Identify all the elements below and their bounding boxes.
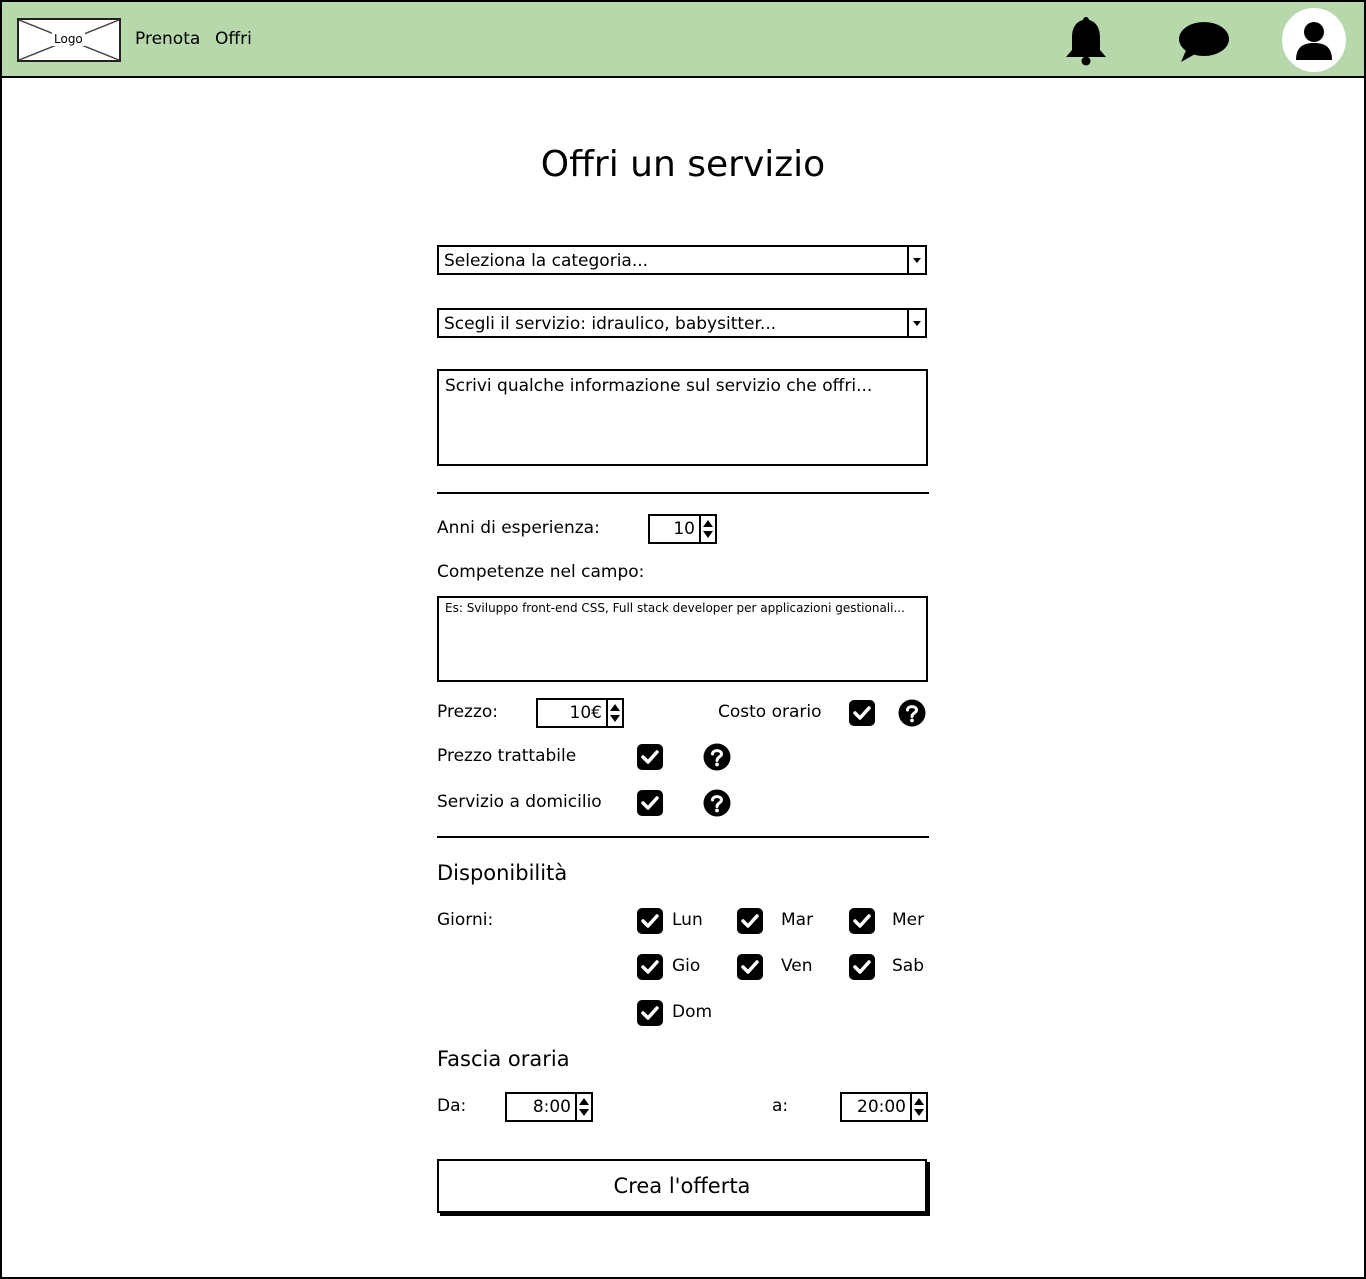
- home-service-label: Servizio a domicilio: [437, 792, 602, 812]
- skills-placeholder: Es: Sviluppo front-end CSS, Full stack d…: [445, 601, 905, 615]
- service-select-placeholder: Scegli il servizio: idraulico, babysitte…: [444, 314, 777, 334]
- experience-label: Anni di esperienza:: [437, 518, 600, 538]
- to-time-value: 20:00: [857, 1097, 906, 1117]
- nav-link-offri[interactable]: Offri: [215, 29, 252, 49]
- day-checkbox-mar[interactable]: [737, 908, 763, 934]
- day-label-mar: Mar: [781, 910, 814, 930]
- from-time-value: 8:00: [532, 1097, 571, 1117]
- bell-icon[interactable]: [1060, 14, 1112, 66]
- home-service-checkbox[interactable]: [637, 790, 663, 816]
- create-offer-button[interactable]: Crea l'offerta: [437, 1159, 927, 1213]
- logo-label: Logo: [52, 32, 85, 46]
- time-range-title: Fascia oraria: [437, 1047, 570, 1071]
- from-time-stepper[interactable]: 8:00: [505, 1092, 593, 1122]
- description-placeholder: Scrivi qualche informazione sul servizio…: [445, 376, 873, 396]
- category-select[interactable]: Seleziona la categoria...: [437, 245, 927, 275]
- availability-title: Disponibilità: [437, 861, 568, 885]
- stepper-arrows-icon[interactable]: [910, 1094, 926, 1120]
- negotiable-label: Prezzo trattabile: [437, 746, 577, 766]
- to-time-stepper[interactable]: 20:00: [840, 1092, 928, 1122]
- day-checkbox-sab[interactable]: [849, 954, 875, 980]
- page-title: Offri un servizio: [540, 144, 826, 185]
- description-textarea[interactable]: Scrivi qualche informazione sul servizio…: [437, 369, 928, 466]
- nav-link-prenota[interactable]: Prenota: [135, 29, 200, 49]
- day-label-lun: Lun: [672, 910, 703, 930]
- category-select-placeholder: Seleziona la categoria...: [444, 251, 649, 271]
- help-icon[interactable]: [703, 743, 731, 771]
- stepper-arrows-icon[interactable]: [606, 700, 622, 726]
- price-label: Prezzo:: [437, 702, 499, 722]
- to-label: a:: [772, 1096, 789, 1116]
- day-label-ven: Ven: [781, 956, 813, 976]
- logo[interactable]: Logo: [17, 18, 121, 62]
- day-checkbox-dom[interactable]: [637, 1000, 663, 1026]
- help-icon[interactable]: [703, 789, 731, 817]
- skills-label: Competenze nel campo:: [437, 562, 645, 582]
- chat-icon[interactable]: [1177, 20, 1231, 64]
- day-checkbox-ven[interactable]: [737, 954, 763, 980]
- day-label-dom: Dom: [672, 1002, 713, 1022]
- user-icon: [1296, 22, 1332, 60]
- divider: [437, 836, 929, 838]
- hourly-checkbox[interactable]: [849, 700, 875, 726]
- help-icon[interactable]: [898, 699, 926, 727]
- top-navbar: Logo Prenota Offri: [2, 2, 1364, 78]
- day-label-sab: Sab: [892, 956, 924, 976]
- stepper-arrows-icon[interactable]: [575, 1094, 591, 1120]
- price-value: 10€: [569, 703, 602, 723]
- day-checkbox-lun[interactable]: [637, 908, 663, 934]
- price-stepper[interactable]: 10€: [536, 698, 624, 728]
- day-label-gio: Gio: [672, 956, 701, 976]
- experience-value: 10: [673, 519, 695, 539]
- avatar[interactable]: [1282, 8, 1346, 72]
- from-label: Da:: [437, 1096, 467, 1116]
- experience-stepper[interactable]: 10: [648, 514, 717, 544]
- hourly-label: Costo orario: [718, 702, 822, 722]
- days-label: Giorni:: [437, 910, 494, 930]
- chevron-down-icon[interactable]: [907, 247, 925, 273]
- service-select[interactable]: Scegli il servizio: idraulico, babysitte…: [437, 308, 927, 338]
- stepper-arrows-icon[interactable]: [699, 516, 715, 542]
- skills-textarea[interactable]: Es: Sviluppo front-end CSS, Full stack d…: [437, 596, 928, 682]
- day-checkbox-gio[interactable]: [637, 954, 663, 980]
- divider: [437, 492, 929, 494]
- day-checkbox-mer[interactable]: [849, 908, 875, 934]
- day-label-mer: Mer: [892, 910, 925, 930]
- negotiable-checkbox[interactable]: [637, 744, 663, 770]
- chevron-down-icon[interactable]: [907, 310, 925, 336]
